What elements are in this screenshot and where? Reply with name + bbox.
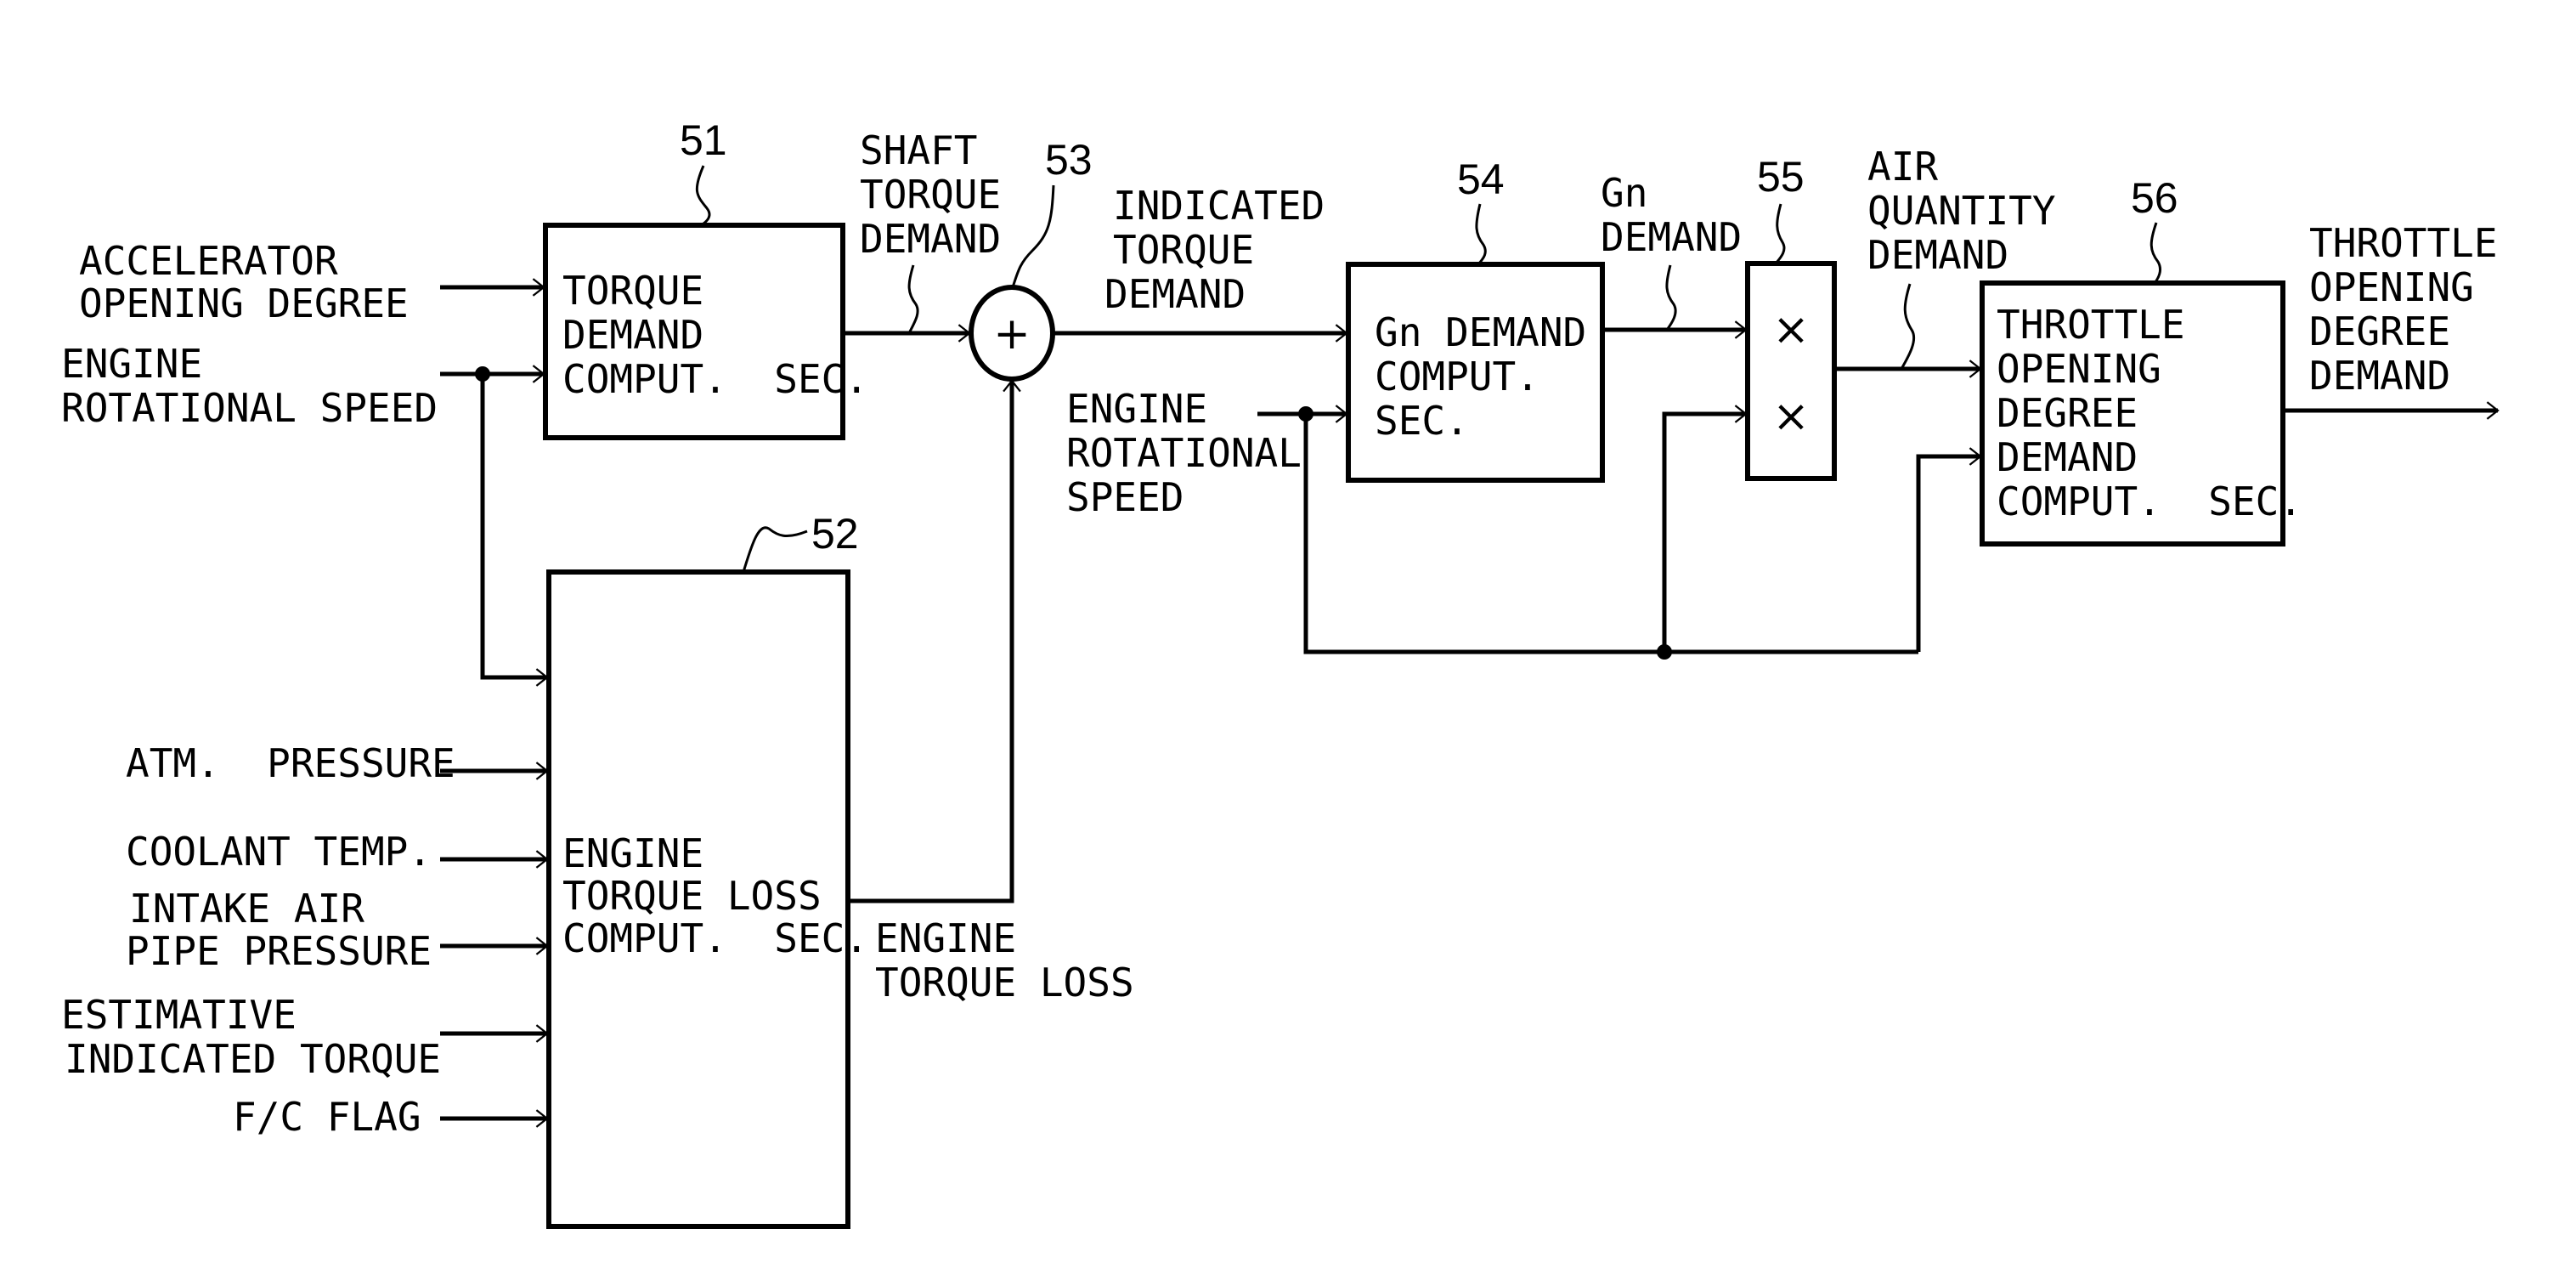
intake-air-label-2: PIPE PRESSURE xyxy=(126,928,432,974)
throttle-output-label-3: DEGREE xyxy=(2309,309,2450,354)
input-fc-flag: F/C FLAG xyxy=(233,1094,549,1140)
engine-speed-arrow-55 xyxy=(1662,405,1748,652)
throttle-output-label-1: THROTTLE xyxy=(2309,220,2498,266)
accelerator-label-2: OPENING DEGREE xyxy=(79,280,409,326)
block-52-engine-torque-loss: ENGINE TORQUE LOSS COMPUT. SEC. 52 xyxy=(546,510,868,1229)
air-quantity-label-2: QUANTITY xyxy=(1867,188,2056,234)
indicated-torque-label-1: INDICATED xyxy=(1113,183,1325,229)
multiply-icon-2: × xyxy=(1772,391,1810,442)
engine-speed-left-label-1: ENGINE xyxy=(61,341,202,387)
ref-54: 54 xyxy=(1457,156,1505,203)
input-coolant-temp: COOLANT TEMP. xyxy=(126,829,549,875)
accelerator-label-1: ACCELERATOR xyxy=(79,238,338,284)
signal-shaft-torque: SHAFT TORQUE DEMAND xyxy=(843,127,1001,343)
engine-speed-left-label-2: ROTATIONAL SPEED xyxy=(61,385,438,431)
indicated-torque-label-3: DEMAND xyxy=(1104,271,1246,317)
block-51-line-1: TORQUE xyxy=(562,268,703,314)
atm-pressure-label: ATM. PRESSURE xyxy=(126,740,455,786)
leader-56 xyxy=(2149,222,2161,284)
input-engine-speed-left: ENGINE ROTATIONAL SPEED xyxy=(61,341,549,687)
air-quantity-label-1: AIR xyxy=(1867,144,1938,190)
engine-torque-loss-arrow xyxy=(848,379,1021,903)
plus-icon: + xyxy=(993,309,1031,360)
estimative-label-1: ESTIMATIVE xyxy=(61,992,297,1038)
fc-flag-label: F/C FLAG xyxy=(233,1094,421,1140)
block-56-line-1: THROTTLE xyxy=(1997,302,2185,348)
block-52-line-2: TORQUE LOSS xyxy=(562,873,822,919)
gn-demand-label-1: Gn xyxy=(1601,170,1647,216)
engine-torque-loss-label-2: TORQUE LOSS xyxy=(875,960,1134,1005)
shaft-torque-label-3: DEMAND xyxy=(860,216,1001,262)
shaft-torque-label-2: TORQUE xyxy=(860,172,1001,218)
ref-53: 53 xyxy=(1045,136,1093,184)
leader-51 xyxy=(695,165,711,227)
input-estimative-torque: ESTIMATIVE INDICATED TORQUE xyxy=(61,992,549,1082)
ref-52: 52 xyxy=(811,510,859,558)
throttle-output-label-4: DEMAND xyxy=(2309,353,2450,399)
engine-speed-arrow-56 xyxy=(1916,447,1982,652)
air-quantity-leader xyxy=(1900,283,1916,370)
block-51-line-3: COMPUT. SEC. xyxy=(562,356,868,402)
block-51-torque-demand: TORQUE DEMAND COMPUT. SEC. 51 xyxy=(543,116,868,440)
signal-gn-demand: Gn DEMAND xyxy=(1601,170,1748,339)
signal-throttle-output: THROTTLE OPENING DEGREE DEMAND xyxy=(2283,220,2500,420)
multiplier-55: × × 55 xyxy=(1745,153,1837,481)
coolant-temp-label: COOLANT TEMP. xyxy=(126,829,432,875)
input-accelerator: ACCELERATOR OPENING DEGREE xyxy=(79,238,545,326)
gn-demand-leader xyxy=(1665,264,1677,331)
engine-speed-mid-label-3: SPEED xyxy=(1066,474,1183,520)
input-atm-pressure: ATM. PRESSURE xyxy=(126,740,549,786)
engine-control-block-diagram: TORQUE DEMAND COMPUT. SEC. 51 ENGINE TOR… xyxy=(61,116,2500,1229)
leader-55 xyxy=(1774,203,1786,264)
shaft-torque-label-1: SHAFT xyxy=(860,127,977,173)
leader-54 xyxy=(1475,203,1487,265)
air-quantity-label-3: DEMAND xyxy=(1867,232,2008,278)
engine-torque-loss-label-1: ENGINE xyxy=(875,915,1016,961)
ref-51: 51 xyxy=(680,116,727,164)
engine-speed-branch-52 xyxy=(480,374,549,687)
engine-speed-mid-label-2: ROTATIONAL xyxy=(1066,430,1302,476)
leader-52 xyxy=(742,526,808,573)
signal-indicated-torque: INDICATED TORQUE DEMAND xyxy=(1054,183,1348,343)
shaft-torque-leader xyxy=(907,264,919,334)
block-56-line-2: OPENING xyxy=(1997,346,2161,392)
block-52-line-1: ENGINE xyxy=(562,830,703,876)
input-intake-air: INTAKE AIR PIPE PRESSURE xyxy=(126,886,549,974)
ref-56: 56 xyxy=(2131,174,2178,222)
block-56-line-4: DEMAND xyxy=(1997,434,2138,480)
estimative-label-2: INDICATED TORQUE xyxy=(65,1036,441,1082)
leader-53 xyxy=(1011,184,1055,288)
gn-demand-label-2: DEMAND xyxy=(1601,214,1742,260)
block-56-line-3: DEGREE xyxy=(1997,390,2138,436)
block-52-line-3: COMPUT. SEC. xyxy=(562,915,868,961)
block-56-line-5: COMPUT. SEC. xyxy=(1997,479,2302,524)
block-54-line-1: Gn DEMAND xyxy=(1375,309,1586,355)
indicated-torque-label-2: TORQUE xyxy=(1113,227,1254,273)
block-54-line-3: SEC. xyxy=(1375,398,1469,444)
engine-speed-mid-label-1: ENGINE xyxy=(1066,386,1207,432)
block-54-line-2: COMPUT. xyxy=(1375,354,1539,399)
block-51-line-2: DEMAND xyxy=(562,312,703,358)
intake-air-label-1: INTAKE AIR xyxy=(129,886,364,932)
block-54-gn-demand: Gn DEMAND COMPUT. SEC. 54 xyxy=(1346,156,1605,483)
ref-55: 55 xyxy=(1757,153,1805,201)
multiply-icon-1: × xyxy=(1772,304,1810,355)
throttle-output-label-2: OPENING xyxy=(2309,264,2474,310)
